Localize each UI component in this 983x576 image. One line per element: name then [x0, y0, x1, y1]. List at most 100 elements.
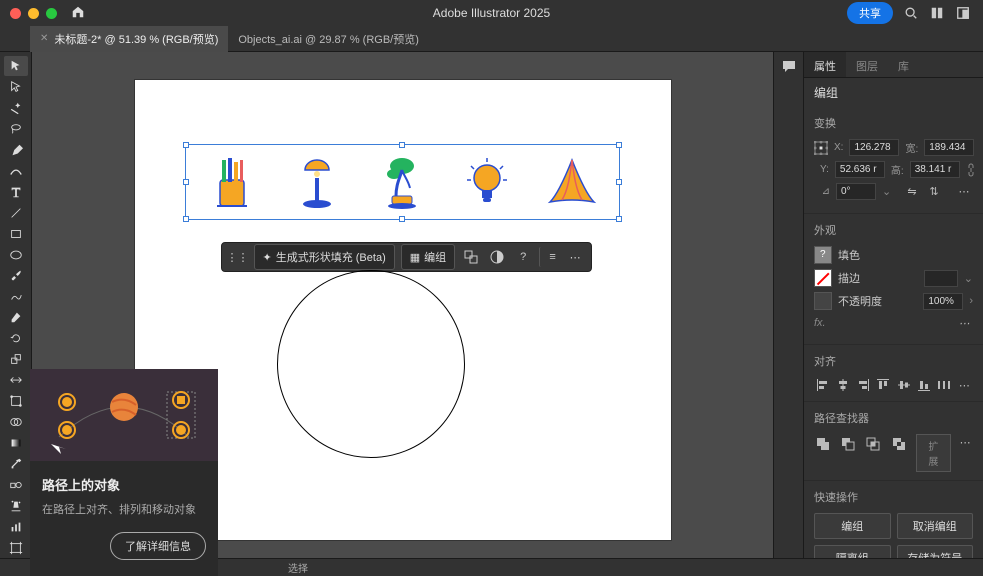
handle-bm[interactable]	[399, 216, 405, 222]
stroke-weight-field[interactable]	[924, 270, 958, 287]
window-controls	[10, 8, 57, 19]
align-center-v-icon[interactable]	[895, 377, 912, 393]
workspace-icon[interactable]	[955, 5, 971, 21]
width-field[interactable]	[924, 139, 974, 156]
type-tool[interactable]	[4, 182, 28, 202]
scale-tool[interactable]	[4, 349, 28, 369]
minus-front-icon[interactable]	[839, 434, 858, 454]
height-field[interactable]	[910, 161, 960, 178]
align-center-h-icon[interactable]	[834, 377, 851, 393]
tab-layers[interactable]: 图层	[846, 52, 888, 77]
x-field[interactable]	[849, 139, 899, 156]
ungroup-icon[interactable]	[461, 247, 481, 267]
handle-br[interactable]	[616, 216, 622, 222]
tab-libraries[interactable]: 库	[888, 52, 919, 77]
fx-label[interactable]: fx.	[814, 317, 826, 329]
generative-fill-button[interactable]: ✦ 生成式形状填充 (Beta)	[254, 244, 395, 270]
line-tool[interactable]	[4, 203, 28, 223]
eraser-tool[interactable]	[4, 307, 28, 327]
align-bottom-icon[interactable]	[915, 377, 932, 393]
more-options-icon[interactable]: ⋯	[956, 377, 973, 393]
align-right-icon[interactable]	[855, 377, 872, 393]
gradient-tool[interactable]	[4, 433, 28, 453]
opacity-field[interactable]	[923, 293, 963, 310]
blend-tool[interactable]	[4, 475, 28, 495]
rectangle-tool[interactable]	[4, 224, 28, 244]
ellipse-tool[interactable]	[4, 245, 28, 265]
group-button[interactable]: ▦ 编组	[401, 244, 455, 270]
ungroup-button[interactable]: 取消编组	[897, 513, 974, 539]
more-options-icon[interactable]: ⋯	[955, 184, 973, 200]
tab-label: 未标题-2* @ 51.39 % (RGB/预览)	[54, 31, 218, 47]
handle-tm[interactable]	[399, 142, 405, 148]
tab-doc-2[interactable]: Objects_ai.ai @ 29.87 % (RGB/预览)	[228, 26, 429, 52]
tab-doc-1[interactable]: ✕ 未标题-2* @ 51.39 % (RGB/预览)	[30, 26, 228, 52]
handle-rm[interactable]	[616, 179, 622, 185]
direct-selection-tool[interactable]	[4, 77, 28, 97]
shaper-tool[interactable]	[4, 286, 28, 306]
isolate-button[interactable]: 隔离组	[814, 545, 891, 558]
panel-tabs: 属性 图层 库	[804, 52, 983, 78]
shape-builder-tool[interactable]	[4, 412, 28, 432]
eyedropper-tool[interactable]	[4, 454, 28, 474]
flip-horizontal-icon[interactable]: ⇋	[903, 184, 921, 200]
group-button[interactable]: 编组	[814, 513, 891, 539]
tab-properties[interactable]: 属性	[804, 52, 846, 77]
intersect-icon[interactable]	[865, 434, 884, 454]
chevron-down-icon[interactable]: ⌄	[882, 185, 891, 198]
selection-bounds[interactable]	[185, 144, 620, 220]
share-button[interactable]: 共享	[847, 2, 893, 24]
handle-bl[interactable]	[183, 216, 189, 222]
link-wh-icon[interactable]	[966, 163, 976, 177]
curvature-tool[interactable]	[4, 161, 28, 181]
artboard-tool[interactable]	[4, 538, 28, 558]
learn-more-button[interactable]: 了解详细信息	[110, 532, 206, 560]
symbol-sprayer-tool[interactable]	[4, 496, 28, 516]
handle-tr[interactable]	[616, 142, 622, 148]
more-icon[interactable]: ⋯	[565, 247, 585, 267]
chevron-down-icon[interactable]: ⌄	[964, 272, 973, 285]
graph-tool[interactable]	[4, 517, 28, 537]
reference-point-icon[interactable]	[814, 141, 828, 155]
minimize-window[interactable]	[28, 8, 39, 19]
paintbrush-tool[interactable]	[4, 266, 28, 286]
selection-tool[interactable]	[4, 56, 28, 76]
handle-tl[interactable]	[183, 142, 189, 148]
rotate-field[interactable]	[836, 183, 876, 200]
more-options-icon[interactable]: ⋯	[955, 315, 973, 331]
chevron-right-icon[interactable]: ›	[969, 295, 973, 307]
comment-icon[interactable]	[781, 58, 797, 74]
drag-handle-icon[interactable]: ⋮⋮	[228, 247, 248, 267]
rotate-tool[interactable]	[4, 328, 28, 348]
help-icon[interactable]: ?	[513, 247, 533, 267]
lasso-tool[interactable]	[4, 119, 28, 139]
expand-button[interactable]: 扩展	[916, 434, 952, 472]
contextual-task-bar: ⋮⋮ ✦ 生成式形状填充 (Beta) ▦ 编组 ? ≡ ⋯	[221, 242, 593, 272]
arrange-icon[interactable]	[929, 5, 945, 21]
maximize-window[interactable]	[46, 8, 57, 19]
fill-swatch[interactable]: ?	[814, 246, 832, 264]
magic-wand-tool[interactable]	[4, 98, 28, 118]
save-symbol-button[interactable]: 存储为符号	[897, 545, 974, 558]
list-icon[interactable]: ≡	[539, 247, 559, 267]
handle-lm[interactable]	[183, 179, 189, 185]
exclude-icon[interactable]	[890, 434, 909, 454]
pen-tool[interactable]	[4, 140, 28, 160]
align-left-icon[interactable]	[814, 377, 831, 393]
search-icon[interactable]	[903, 5, 919, 21]
more-options-icon[interactable]: ⋯	[957, 434, 973, 450]
y-field[interactable]	[835, 161, 885, 178]
width-tool[interactable]	[4, 370, 28, 390]
home-icon[interactable]	[71, 5, 85, 22]
circle-path-object[interactable]	[277, 270, 465, 458]
distribute-icon[interactable]	[936, 377, 953, 393]
flip-vertical-icon[interactable]: ⇅	[925, 184, 943, 200]
close-window[interactable]	[10, 8, 21, 19]
stroke-swatch[interactable]	[814, 269, 832, 287]
close-icon[interactable]: ✕	[40, 33, 48, 44]
unite-icon[interactable]	[814, 434, 833, 454]
align-top-icon[interactable]	[875, 377, 892, 393]
free-transform-tool[interactable]	[4, 391, 28, 411]
recolor-icon[interactable]	[487, 247, 507, 267]
opacity-swatch[interactable]	[814, 292, 832, 310]
